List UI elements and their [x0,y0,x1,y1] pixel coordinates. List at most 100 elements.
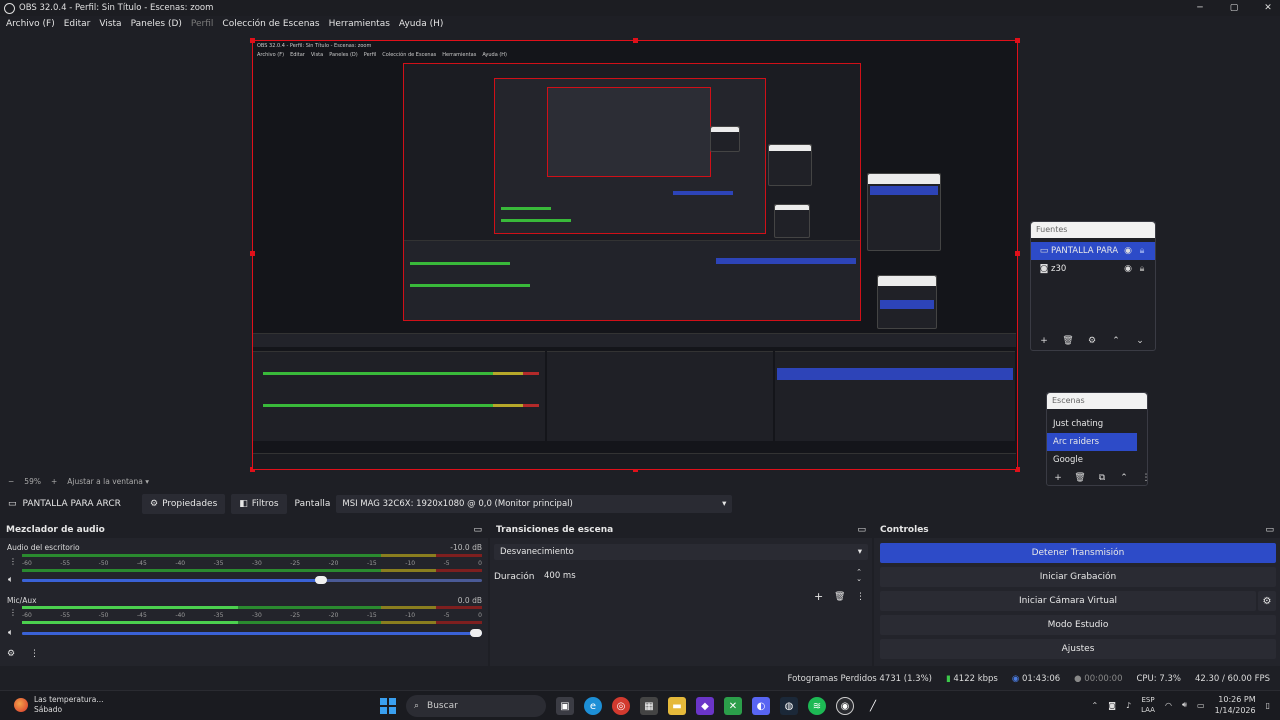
meter-tick: -25 [290,560,301,567]
notifications-icon[interactable]: ▯ [1266,701,1270,710]
source-item-z30[interactable]: ◙ z30 ◉ 🔒︎ [1031,260,1155,278]
resize-handle[interactable] [250,251,255,256]
discord-icon[interactable]: ◐ [752,697,770,715]
controls-dock: Controles ▭ Detener Transmisión Iniciar … [874,522,1280,666]
transition-select[interactable]: Desvanecimiento ▾ [494,544,868,560]
properties-button[interactable]: ⚙ Propiedades [142,494,226,514]
app-icon[interactable]: ◆ [696,697,714,715]
steam-icon[interactable]: ◍ [780,697,798,715]
chrome-icon[interactable]: ◎ [612,697,630,715]
scene-item-google[interactable]: Google [1047,451,1147,465]
menu-herramientas[interactable]: Herramientas [329,19,390,29]
lock-icon[interactable]: 🔒︎ [1135,264,1149,274]
obs-icon[interactable]: ◉ [836,697,854,715]
volume-slider[interactable] [22,629,482,637]
resize-handle[interactable] [1015,251,1020,256]
taskbar-search[interactable]: ⌕ Buscar [406,695,546,717]
store-icon[interactable]: ▦ [640,697,658,715]
edge-icon[interactable]: e [584,697,602,715]
menu-ayuda[interactable]: Ayuda (H) [399,19,443,29]
undock-icon[interactable]: ▭ [857,525,866,535]
camera-icon[interactable]: ◙ [1108,701,1116,710]
preview-area[interactable]: OBS 32.0.4 - Perfil: Sin Título - Escena… [0,32,1280,486]
xbox-icon[interactable]: ✕ [724,697,742,715]
speaker-icon[interactable]: 🔈︎ [8,628,13,638]
channel-db: 0.0 dB [457,596,482,605]
undock-icon[interactable]: ▭ [1265,525,1274,535]
meter-tick: -15 [366,612,377,619]
eye-icon[interactable]: ◉ [1121,246,1135,256]
undock-icon[interactable]: ▭ [473,525,482,535]
menu-vista[interactable]: Vista [99,19,121,29]
add-icon[interactable]: + [1037,336,1051,346]
start-virtual-camera-button[interactable]: Iniciar Cámara Virtual [880,591,1256,611]
zoom-out-button[interactable]: − [8,477,14,486]
minimize-button[interactable]: ─ [1194,3,1206,13]
more-icon[interactable]: ⋮ [30,649,39,659]
zoom-in-button[interactable]: + [51,477,57,486]
display-select-value: MSI MAG 32C6X: 1920x1080 @ 0,0 (Monitor … [342,499,573,509]
fit-window-select[interactable]: Ajustar a la ventana ▾ [67,477,149,486]
filters-button[interactable]: ◧ Filtros [231,494,287,514]
windows-start-icon[interactable] [380,698,396,714]
start-recording-button[interactable]: Iniciar Grabación [880,567,1276,587]
stop-stream-button[interactable]: Detener Transmisión [880,543,1276,563]
trash-icon[interactable]: 🗑︎ [1061,336,1075,346]
meter-tick: 0 [478,612,482,619]
gear-icon[interactable]: ⚙ [1085,336,1099,346]
menu-archivo[interactable]: Archivo (F) [6,19,55,29]
add-icon[interactable]: + [814,590,823,603]
volume-icon[interactable]: 🔊︎ [1182,700,1187,710]
volume-knob[interactable] [470,629,482,637]
maximize-button[interactable]: ▢ [1228,3,1240,13]
menu-perfil[interactable]: Perfil [191,19,214,29]
chevron-up-icon[interactable]: ⌃ [1109,336,1123,346]
task-view-icon[interactable]: ▣ [556,697,574,715]
resize-handle[interactable] [1015,38,1020,43]
language-indicator[interactable]: ESP LAA [1141,695,1155,715]
folder-icon[interactable]: ▬ [668,697,686,715]
speaker-icon[interactable]: 🔈︎ [8,575,13,585]
volume-slider[interactable] [22,576,482,584]
scene-item-arc-raiders[interactable]: Arc raiders [1047,433,1137,451]
weather-widget[interactable]: Las temperatura... Sábado [14,695,104,715]
microphone-icon[interactable]: ♪ [1126,701,1131,710]
more-icon[interactable]: ⋮ [9,608,17,617]
spotify-icon[interactable]: ≋ [808,697,826,715]
chevron-down-icon[interactable]: ⌄ [1133,336,1147,346]
lock-icon[interactable]: 🔒︎ [1135,246,1149,256]
studio-mode-button[interactable]: Modo Estudio [880,615,1276,635]
battery-icon[interactable]: ▭ [1197,701,1205,710]
title-bar: OBS 32.0.4 - Perfil: Sin Título - Escena… [0,0,1280,16]
menu-editar[interactable]: Editar [64,19,91,29]
eye-icon[interactable]: ◉ [1121,264,1135,274]
clock[interactable]: 10:26 PM 1/14/2026 [1215,694,1256,716]
virtual-camera-settings-button[interactable]: ⚙ [1258,591,1276,611]
dropped-frames: Fotogramas Perdidos 4731 (1.3%) [787,674,932,684]
mixer-settings-icon[interactable]: ⚙ [7,649,15,659]
audio-mixer-header: Mezclador de audio ▭ [0,522,488,538]
trash-icon[interactable]: 🗑︎ [834,592,845,602]
scene-item-just-chating[interactable]: Just chating [1047,415,1147,433]
more-icon[interactable]: ⋮ [856,592,865,602]
nested-controls [775,351,1015,441]
resize-handle[interactable] [250,38,255,43]
wifi-icon[interactable]: ◠ [1165,701,1172,710]
resize-handle[interactable] [633,38,638,43]
menu-paneles[interactable]: Paneles (D) [131,19,182,29]
meter-tick: -40 [175,612,186,619]
menu-coleccion-escenas[interactable]: Colección de Escenas [222,19,319,29]
pen-icon[interactable]: ╱ [864,697,882,715]
volume-knob[interactable] [315,576,327,584]
chevron-up-icon[interactable]: ⌃ [1092,701,1099,710]
spin-icon[interactable]: ⌃ ⌄ [856,569,862,583]
duration-input[interactable]: 400 ms ⌃ ⌄ [538,568,868,584]
display-select[interactable]: MSI MAG 32C6X: 1920x1080 @ 0,0 (Monitor … [336,495,733,513]
source-item-pantalla[interactable]: ▭ PANTALLA PARA ARCR ◉ 🔒︎ [1031,242,1155,260]
settings-button[interactable]: Ajustes [880,639,1276,659]
more-icon[interactable]: ⋮ [9,557,17,566]
close-button[interactable]: ✕ [1262,3,1274,13]
current-source-name: PANTALLA PARA ARCR [22,499,121,509]
preview-canvas[interactable]: OBS 32.0.4 - Perfil: Sin Título - Escena… [250,38,1020,472]
nested-menu-item: Paneles (D) [329,52,358,58]
